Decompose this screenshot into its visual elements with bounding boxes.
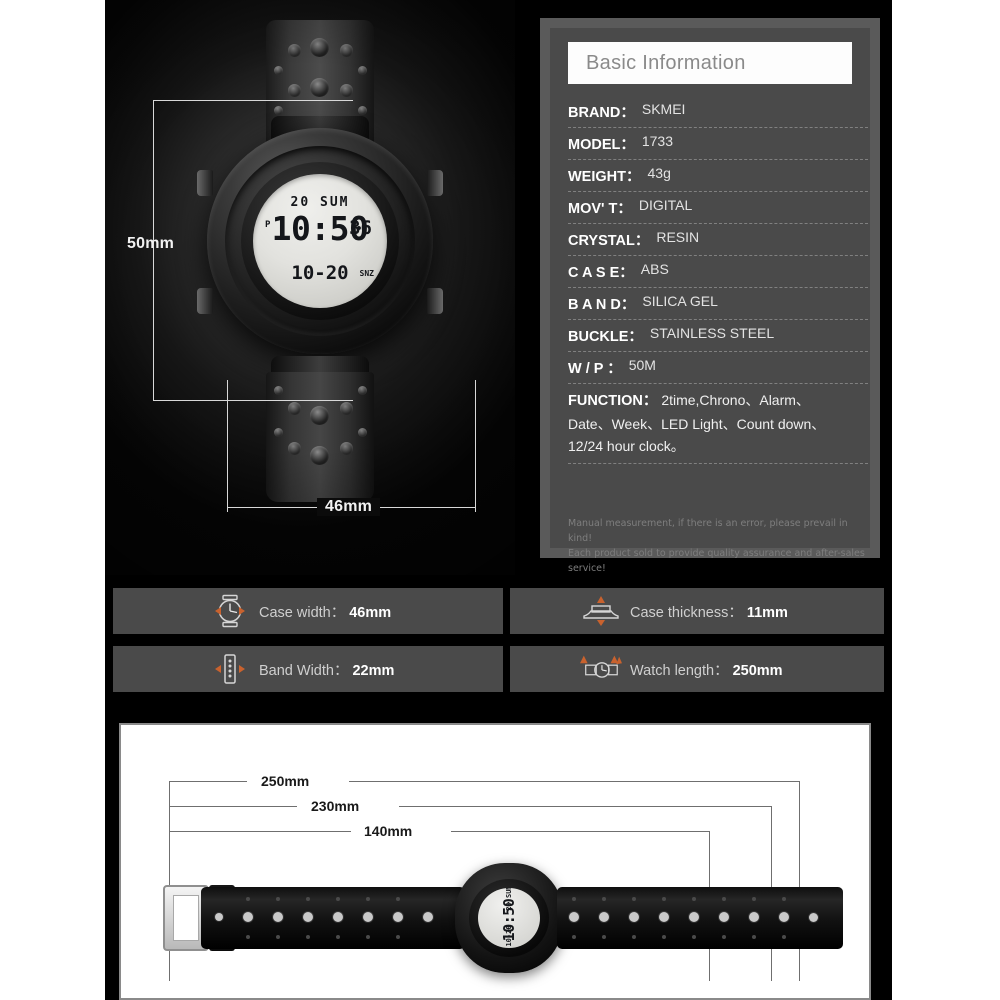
spec-value-brand: SKMEI: [641, 101, 686, 117]
dim250-label: 250mm: [261, 773, 310, 789]
spec-row-buckle: BUCKLE： STAINLESS STEEL: [568, 320, 868, 352]
spec-value-crystal: RESIN: [656, 229, 700, 245]
spec-row-function: FUNCTION： 2time,Chrono、Alarm、 Date、Week、…: [568, 384, 868, 464]
spec-value-water-resistance: 50M: [628, 357, 656, 373]
watch-face-icon: [209, 591, 251, 631]
spec-value-weight: 43g: [647, 165, 671, 181]
function-line-3: 12/24 hour clock。: [568, 438, 685, 454]
spec-row-band: B A N D： SILICA GEL: [568, 288, 868, 320]
spec-key-water-resistance: W / P ：: [568, 361, 622, 377]
spec-row-model: MODEL： 1733: [568, 128, 868, 160]
info-cell-band-width: Band Width： 22mm: [113, 646, 503, 692]
info-value-case-thickness: 11mm: [746, 604, 788, 621]
spec-row-movement: MOV' T： DIGITAL: [568, 192, 868, 224]
case-profile-icon: [580, 591, 622, 631]
lcd-alarm-flat: 10-20: [505, 925, 513, 947]
bottom-frame: 250mm 230mm 140mm 10:50 20 SUM 10-20: [105, 700, 892, 1000]
lcd-display-flat: 10:50 20 SUM 10-20: [478, 888, 540, 948]
info-text-case-width: Case width： 46mm: [259, 601, 391, 622]
spec-row-list: BRAND： SKMEI MODEL： 1733 WEIGHT： 43g MOV…: [568, 96, 868, 464]
info-label-watch-length: Watch length：: [630, 662, 729, 679]
spec-key-weight: WEIGHT：: [568, 169, 641, 185]
dim230-label: 230mm: [311, 798, 360, 814]
watch-case-flat: 10:50 20 SUM 10-20: [455, 863, 563, 973]
product-spec-page: 20 SUM P 10:50 36 10-20 SNZ: [0, 0, 1000, 1000]
watch-length-icon: [580, 649, 622, 689]
function-line-1: FUNCTION： 2time,Chrono、Alarm、: [568, 389, 868, 413]
spec-row-brand: BRAND： SKMEI: [568, 96, 868, 128]
function-value-1: 2time,Chrono、Alarm、: [661, 392, 810, 408]
dim140-line-right: [451, 831, 709, 832]
spec-value-buckle: STAINLESS STEEL: [649, 325, 775, 341]
width-dim-label: 46mm: [317, 498, 381, 516]
spec-row-water-resistance: W / P ： 50M: [568, 352, 868, 384]
spec-key-band: B A N D：: [568, 297, 636, 313]
info-value-watch-length: 250mm: [732, 662, 783, 679]
spec-card-title: Basic Information: [586, 51, 746, 74]
spec-key-movement: MOV' T：: [568, 201, 632, 217]
info-cell-case-width: Case width： 46mm: [113, 588, 503, 634]
dim250-line-right: [349, 781, 799, 782]
right-strap: [557, 887, 843, 949]
height-dim-label: 50mm: [127, 235, 175, 252]
spec-card-title-bar: Basic Information: [568, 42, 852, 84]
spec-key-case: C A S E：: [568, 265, 634, 281]
dimension-diagram-panel: 250mm 230mm 140mm 10:50 20 SUM 10-20: [119, 723, 871, 1000]
spec-key-brand: BRAND：: [568, 105, 635, 121]
info-cell-case-thickness: Case thickness： 11mm: [510, 588, 884, 634]
info-text-case-thickness: Case thickness： 11mm: [630, 601, 788, 622]
spec-row-weight: WEIGHT： 43g: [568, 160, 868, 192]
buckle-frame: [173, 895, 199, 941]
watch-bezel-flat: 10:50 20 SUM 10-20: [469, 879, 549, 957]
disclaimer: Manual measurement, if there is an error…: [568, 516, 868, 575]
left-strap: [201, 887, 465, 949]
spec-card-area: Basic Information BRAND： SKMEI MODEL： 17…: [515, 0, 892, 575]
spec-value-model: 1733: [641, 133, 674, 149]
disclaimer-line-2: Each product sold to provide quality ass…: [568, 548, 865, 574]
dim140-label: 140mm: [364, 823, 413, 839]
spec-key-crystal: CRYSTAL：: [568, 233, 650, 249]
info-label-case-width: Case width：: [259, 604, 346, 621]
dim230-line-left: [169, 806, 297, 807]
spec-value-movement: DIGITAL: [638, 197, 693, 213]
info-value-band-width: 22mm: [352, 662, 395, 679]
spec-card-inner: Basic Information BRAND： SKMEI MODEL： 17…: [550, 28, 870, 574]
width-dim-left-tick: [227, 380, 228, 512]
dim250-line-left: [169, 781, 247, 782]
spec-key-model: MODEL：: [568, 137, 635, 153]
height-dim-top-tick: [153, 100, 353, 101]
width-dim-right-tick: [475, 380, 476, 512]
spec-row-crystal: CRYSTAL： RESIN: [568, 224, 868, 256]
measurement-info-bar: Case width： 46mm Case thickness： 11mm Ba…: [105, 575, 892, 700]
dim140-line-left: [169, 831, 351, 832]
spec-row-case: C A S E： ABS: [568, 256, 868, 288]
spec-value-band: SILICA GEL: [642, 293, 718, 309]
info-label-case-thickness: Case thickness：: [630, 604, 743, 621]
band-strip-icon: [209, 649, 251, 689]
info-value-case-width: 46mm: [349, 604, 392, 621]
info-text-band-width: Band Width： 22mm: [259, 659, 394, 680]
watch-flat-view: 10:50 20 SUM 10-20: [157, 863, 843, 973]
info-cell-watch-length: Watch length： 250mm: [510, 646, 884, 692]
disclaimer-line-1: Manual measurement, if there is an error…: [568, 518, 848, 544]
info-label-band-width: Band Width：: [259, 662, 349, 679]
spec-value-case: ABS: [640, 261, 669, 277]
spec-key-buckle: BUCKLE：: [568, 329, 643, 345]
height-dim-bottom-tick: [153, 400, 353, 401]
dim230-line-right: [399, 806, 771, 807]
spec-card-outer: Basic Information BRAND： SKMEI MODEL： 17…: [540, 18, 880, 574]
photo-vignette: [105, 0, 515, 575]
info-text-watch-length: Watch length： 250mm: [630, 659, 783, 680]
spec-key-function: FUNCTION：: [568, 393, 658, 409]
function-line-2: Date、Week、LED Light、Count down、: [568, 415, 826, 432]
product-photo: 20 SUM P 10:50 36 10-20 SNZ: [105, 0, 515, 575]
top-panel: 20 SUM P 10:50 36 10-20 SNZ: [105, 0, 892, 575]
